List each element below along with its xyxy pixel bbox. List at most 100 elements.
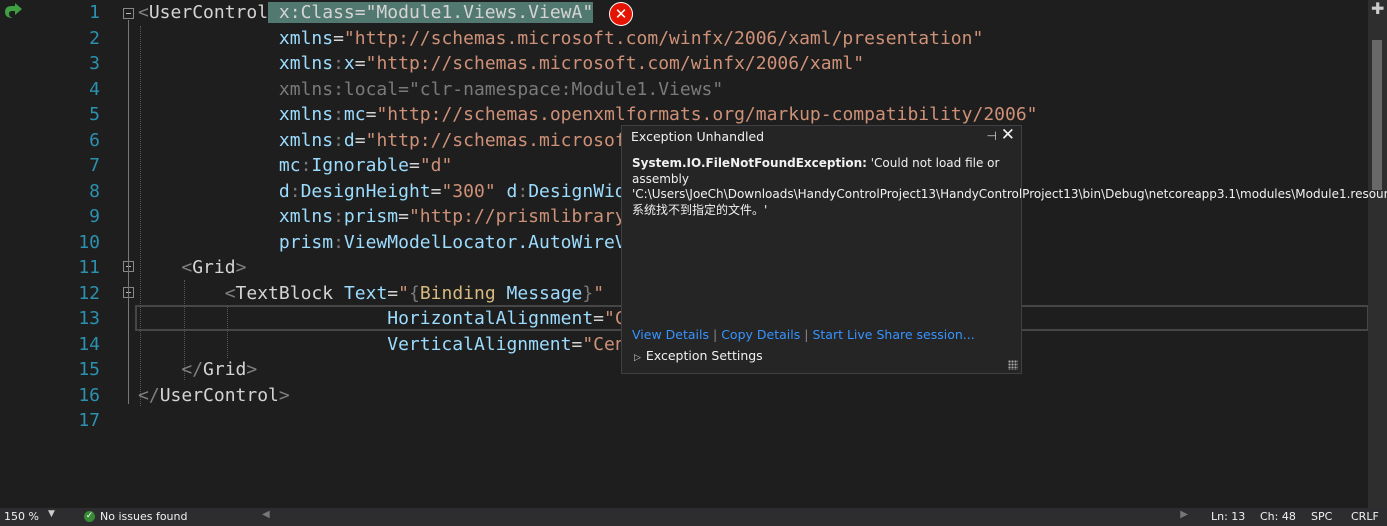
execution-arrow-icon	[5, 3, 22, 18]
code-token: Message	[506, 282, 583, 304]
line-number: 11	[78, 257, 100, 278]
code-token: ViewModelLocator.AutoWireV	[343, 231, 626, 253]
outline-guide	[128, 20, 130, 404]
code-line[interactable]: xmlns:x="http://schemas.microsoft.com/wi…	[138, 51, 1038, 77]
code-line[interactable]: </UserControl>	[138, 383, 1038, 409]
code-token: <	[224, 282, 236, 304]
code-token: =	[593, 308, 604, 329]
exception-links: View Details | Copy Details | Start Live Sha…	[632, 327, 975, 342]
code-token: =	[398, 78, 409, 100]
line-number: 14	[78, 333, 100, 355]
scrollbar-thumb[interactable]	[1372, 40, 1382, 190]
code-token: :	[333, 129, 344, 151]
scroll-left-icon[interactable]: ◀	[262, 509, 270, 520]
exception-popup-title: Exception Unhandled	[631, 129, 765, 144]
code-line[interactable]: xmlns:local="clr-namespace:Module1.Views…	[138, 77, 1038, 103]
resize-grip-icon[interactable]	[1008, 360, 1018, 370]
code-token: "http://schemas.microsof	[365, 129, 626, 151]
status-bar: 150 % ▼ ✓ No issues found ◀ ▶ Ln: 13 Ch:…	[0, 508, 1387, 526]
code-token: VerticalAlignment	[387, 333, 572, 355]
code-token: "	[398, 282, 409, 304]
code-token: prism	[343, 206, 399, 227]
fold-toggle-usercontrol[interactable]	[123, 8, 134, 19]
scroll-right-icon[interactable]: ▶	[1180, 509, 1188, 520]
code-token: :	[300, 155, 312, 176]
line-number: 2	[89, 27, 100, 49]
code-token: mc	[343, 104, 366, 125]
view-details-link[interactable]: View Details	[632, 327, 709, 342]
code-token: TextBlock	[235, 282, 334, 304]
code-token: =	[354, 53, 366, 74]
line-number: 12	[78, 282, 100, 304]
exception-type: System.IO.FileNotFoundException:	[632, 156, 867, 170]
exception-settings-expander[interactable]: ▷ Exception Settings	[634, 348, 763, 363]
code-token: xmlns	[278, 129, 334, 151]
code-token: "http://schemas.openxmlformats.org/marku…	[376, 104, 1038, 125]
error-icon[interactable]: ✕	[609, 2, 633, 26]
code-line[interactable]: xmlns:mc="http://schemas.openxmlformats.…	[138, 102, 1038, 128]
code-token: Ignorable	[311, 155, 409, 176]
code-line[interactable]: <UserControl x:Class="Module1.Views.View…	[138, 0, 1038, 26]
code-token: =	[354, 129, 366, 151]
code-token: >	[235, 257, 247, 278]
line-number: 7	[89, 155, 100, 176]
code-line[interactable]: xmlns="http://schemas.microsoft.com/winf…	[138, 26, 1038, 52]
code-token: Grid	[203, 359, 247, 380]
code-token: =	[365, 104, 377, 125]
line-number: 9	[89, 206, 100, 227]
code-token: d	[506, 180, 518, 202]
code-token: >	[246, 359, 258, 380]
link-separator: |	[804, 327, 809, 342]
code-token: "http://prismlibrary	[408, 206, 626, 227]
line-number: 3	[89, 53, 100, 74]
line-number: 8	[89, 180, 100, 202]
line-number: 5	[89, 104, 100, 125]
code-token: xmlns	[278, 53, 334, 74]
code-token: "	[593, 282, 605, 304]
vertical-scrollbar[interactable]: ✚	[1368, 0, 1387, 508]
pin-icon[interactable]: ⊣	[987, 129, 997, 143]
line-number: 16	[78, 384, 100, 406]
close-icon[interactable]: ✕	[1001, 125, 1015, 145]
code-token: xmlns	[278, 78, 334, 100]
line-indicator[interactable]: Ln: 13	[1211, 510, 1245, 523]
line-number: 6	[89, 129, 100, 151]
copy-details-link[interactable]: Copy Details	[721, 327, 800, 342]
code-token: :	[333, 231, 344, 253]
live-share-link[interactable]: Start Live Share session...	[812, 327, 974, 342]
zoom-dropdown-icon[interactable]: ▼	[48, 509, 55, 519]
code-token: HorizontalAlignment	[387, 308, 594, 329]
zoom-level[interactable]: 150 %	[4, 510, 39, 523]
char-indicator[interactable]: Ch: 48	[1260, 510, 1296, 523]
code-token: =	[430, 180, 442, 202]
code-token: "clr-namespace:Module1.Views"	[408, 78, 724, 100]
code-token: :	[333, 78, 344, 100]
code-token: :	[289, 180, 301, 202]
check-circle-icon: ✓	[84, 511, 95, 522]
code-token: =	[387, 282, 399, 304]
line-ending-indicator[interactable]: CRLF	[1351, 510, 1379, 523]
code-token: <	[138, 2, 149, 23]
link-separator: |	[712, 327, 718, 342]
issues-indicator[interactable]: No issues found	[100, 510, 187, 523]
code-token: >	[278, 384, 290, 406]
exception-settings-label: Exception Settings	[645, 348, 763, 363]
line-number: 10	[78, 231, 100, 253]
exception-helper-popup: Exception Unhandled ⊣ ✕ System.IO.FileNo…	[621, 125, 1387, 374]
code-line[interactable]	[138, 408, 1038, 434]
spacing-indicator[interactable]: SPC	[1311, 510, 1332, 523]
code-token: </	[181, 359, 204, 380]
split-plus-icon[interactable]: ✚	[1371, 0, 1384, 18]
code-token: xmlns	[278, 104, 334, 125]
horizontal-scrollbar[interactable]: ◀ ▶	[258, 509, 1190, 522]
